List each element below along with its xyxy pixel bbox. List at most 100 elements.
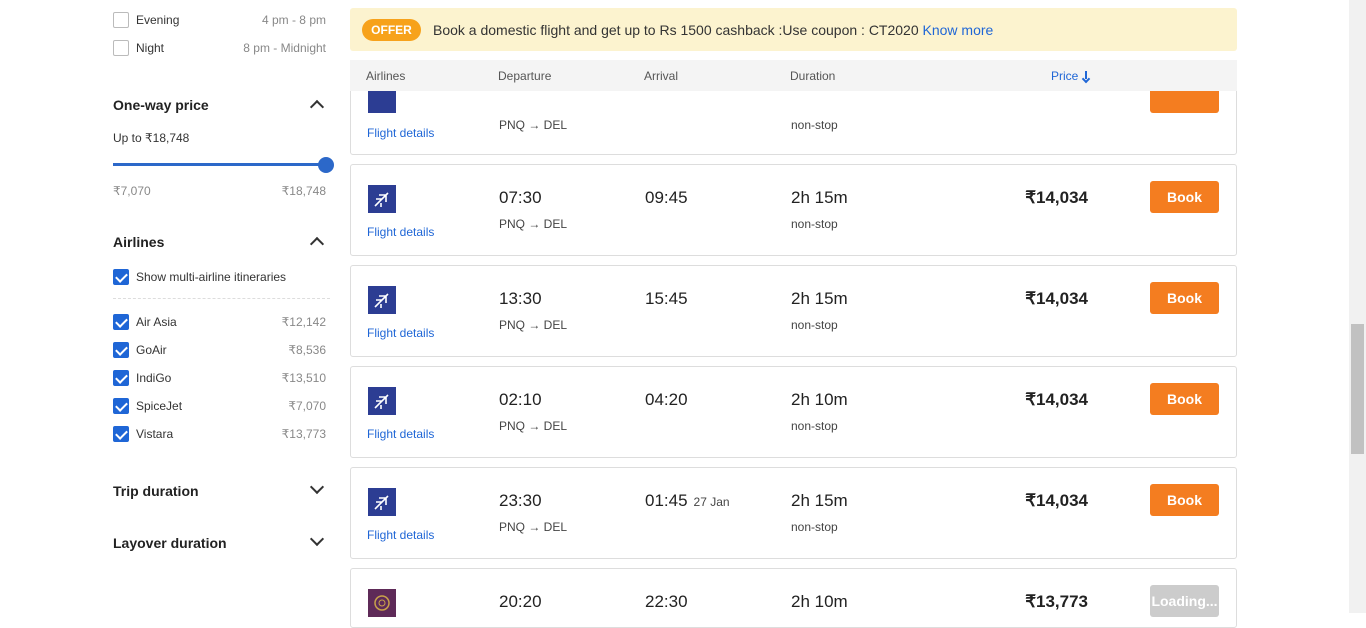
- filters-sidebar: Evening 4 pm - 8 pm Night 8 pm - Midnigh…: [0, 0, 340, 613]
- layover-duration-title[interactable]: Layover duration: [113, 535, 227, 551]
- price-slider-track: [113, 163, 326, 166]
- sort-departure[interactable]: Departure: [498, 69, 551, 83]
- arrival-time: 09:45: [645, 188, 688, 207]
- departure-time: 20:20: [499, 592, 542, 611]
- trip-duration-title[interactable]: Trip duration: [113, 483, 199, 499]
- chevron-down-icon[interactable]: [309, 531, 325, 547]
- divider: [113, 298, 330, 299]
- chevron-up-icon[interactable]: [309, 236, 325, 252]
- duration: 2h 15m: [791, 289, 848, 308]
- book-button[interactable]: Book: [1150, 282, 1219, 314]
- multi-airline-label: Show multi-airline itineraries: [136, 270, 287, 284]
- scrollbar-thumb[interactable]: [1351, 324, 1364, 454]
- scrollbar-track[interactable]: [1349, 0, 1366, 613]
- flight-details-link[interactable]: Flight details: [367, 528, 434, 542]
- sort-price[interactable]: Price: [1051, 69, 1090, 83]
- stops: non-stop: [791, 217, 838, 231]
- flight-details-link[interactable]: Flight details: [367, 225, 434, 239]
- duration: 2h 10m: [791, 390, 848, 409]
- arrival-time: 22:30: [645, 592, 688, 611]
- loading-button[interactable]: Loading...: [1150, 585, 1219, 617]
- airline-price: ₹7,070: [288, 399, 326, 413]
- departure-time: 02:10: [499, 390, 542, 409]
- stops: non-stop: [791, 318, 838, 332]
- flight-card: Flight details 02:10 PNQ → DEL 04:20 2h …: [350, 366, 1237, 458]
- book-button[interactable]: Book: [1150, 383, 1219, 415]
- multi-airline-checkbox[interactable]: [113, 269, 129, 285]
- fare: ₹14,034: [1025, 390, 1088, 409]
- flight-details-link[interactable]: Flight details: [367, 126, 434, 140]
- flight-card: 20:20 22:30 2h 10m ₹13,773 Loading...: [350, 568, 1237, 628]
- evening-range: 4 pm - 8 pm: [261, 13, 326, 27]
- airline-logo: [368, 488, 396, 516]
- fare: ₹13,773: [1025, 592, 1088, 611]
- airline-logo: [368, 387, 396, 415]
- route: PNQ → DEL: [499, 318, 568, 332]
- evening-checkbox[interactable]: [113, 12, 129, 28]
- fare: ₹14,034: [1025, 188, 1088, 207]
- airline-name: IndiGo: [136, 371, 172, 385]
- price-section-title: One-way price: [113, 97, 209, 113]
- airline-name: Air Asia: [136, 315, 177, 329]
- flight-details-link[interactable]: Flight details: [367, 427, 434, 441]
- airline-name: SpiceJet: [136, 399, 183, 413]
- arrival-time: 04:20: [645, 390, 688, 409]
- chevron-down-icon[interactable]: [309, 479, 325, 495]
- stops: non-stop: [791, 520, 838, 534]
- flight-card: Flight details 07:30 PNQ → DEL 09:45 2h …: [350, 164, 1237, 256]
- book-button[interactable]: Book: [1150, 181, 1219, 213]
- evening-label: Evening: [136, 13, 180, 27]
- duration: 2h 15m: [791, 491, 848, 510]
- airline-price: ₹13,773: [281, 427, 326, 441]
- arrival-time: 15:45: [645, 289, 688, 308]
- arrival-time: 01:45 27 Jan: [645, 491, 730, 510]
- airline-checkbox-air-asia[interactable]: [113, 314, 129, 330]
- flight-details-link[interactable]: Flight details: [367, 326, 434, 340]
- airline-price: ₹13,510: [281, 371, 326, 385]
- airline-logo: [368, 185, 396, 213]
- airline-checkbox-vistara[interactable]: [113, 426, 129, 442]
- offer-badge: OFFER: [362, 19, 421, 41]
- airline-name: Vistara: [136, 427, 174, 441]
- airlines-section-title: Airlines: [113, 234, 165, 250]
- stops: non-stop: [791, 118, 838, 132]
- sort-airlines[interactable]: Airlines: [366, 69, 405, 83]
- night-checkbox[interactable]: [113, 40, 129, 56]
- airline-checkbox-goair[interactable]: [113, 342, 129, 358]
- fare: ₹14,034: [1025, 491, 1088, 510]
- flight-card: Flight details 13:30 PNQ → DEL 15:45 2h …: [350, 265, 1237, 357]
- airline-price: ₹12,142: [281, 315, 326, 329]
- price-slider-handle[interactable]: [318, 157, 334, 173]
- departure-time: 07:30: [499, 188, 542, 207]
- next-day-date: 27 Jan: [693, 495, 730, 509]
- route: PNQ → DEL: [499, 217, 568, 231]
- fare: ₹14,034: [1025, 289, 1088, 308]
- night-label: Night: [136, 41, 165, 55]
- results-header: Airlines Departure Arrival Duration Pric…: [350, 60, 1237, 91]
- stops: non-stop: [791, 419, 838, 433]
- route: PNQ → DEL: [499, 419, 568, 433]
- chevron-up-icon[interactable]: [309, 99, 325, 115]
- duration: 2h 10m: [791, 592, 848, 611]
- know-more-link[interactable]: Know more: [923, 22, 994, 38]
- airline-logo: [368, 286, 396, 314]
- airline-price: ₹8,536: [288, 343, 326, 357]
- night-range: 8 pm - Midnight: [243, 41, 326, 55]
- route: PNQ → DEL: [499, 118, 568, 132]
- offer-text: Book a domestic flight and get up to Rs …: [433, 22, 994, 38]
- route: PNQ → DEL: [499, 520, 568, 534]
- departure-time: 23:30: [499, 491, 542, 510]
- airline-name: GoAir: [136, 343, 167, 357]
- sort-arrival[interactable]: Arrival: [644, 69, 678, 83]
- sort-duration[interactable]: Duration: [790, 69, 835, 83]
- departure-time: 13:30: [499, 289, 542, 308]
- price-up-to: Up to ₹18,748: [113, 131, 190, 145]
- price-min: ₹7,070: [113, 184, 151, 198]
- price-max: ₹18,748: [281, 184, 326, 198]
- offer-banner: OFFER Book a domestic flight and get up …: [350, 8, 1237, 51]
- airline-checkbox-spicejet[interactable]: [113, 398, 129, 414]
- arrow-down-icon: [1082, 71, 1090, 81]
- airline-checkbox-indigo[interactable]: [113, 370, 129, 386]
- book-button[interactable]: Book: [1150, 484, 1219, 516]
- duration: 2h 15m: [791, 188, 848, 207]
